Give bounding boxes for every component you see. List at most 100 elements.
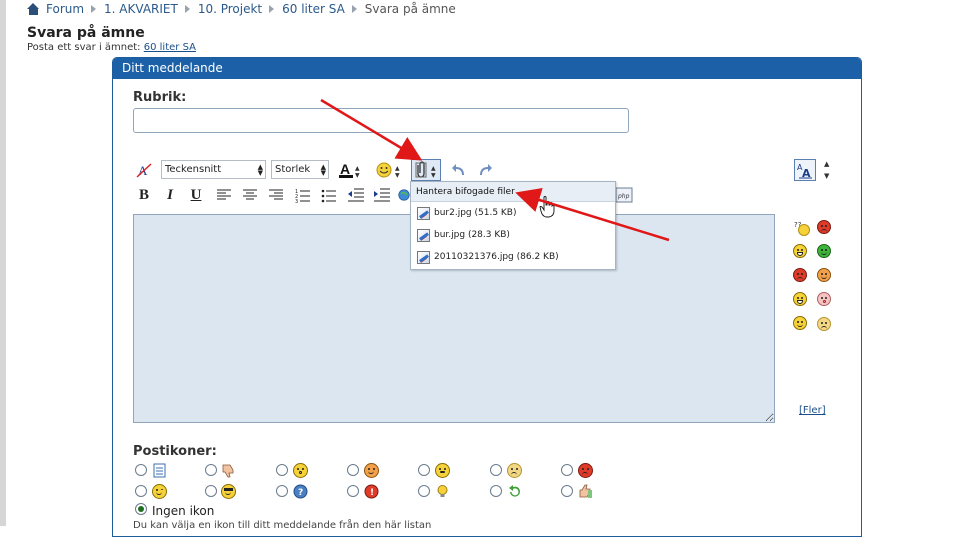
post-icons-label: Postikoner: — [133, 444, 217, 459]
smile-icon[interactable] — [793, 316, 807, 330]
attachment-file-label: 20110321376.jpg (86.2 KB) — [434, 252, 559, 262]
breadcrumb-separator-icon — [269, 5, 275, 13]
attachment-file-item[interactable]: bur.jpg (28.3 KB) — [411, 224, 615, 246]
post-icon-radio[interactable] — [276, 485, 288, 497]
svg-text:▼: ▼ — [355, 172, 360, 179]
mad-icon[interactable] — [817, 220, 831, 234]
grin-icon[interactable] — [793, 244, 807, 258]
svg-text:php: php — [617, 193, 630, 200]
undo-icon[interactable] — [449, 160, 469, 180]
bullet-list-icon[interactable] — [319, 185, 339, 205]
image-file-icon — [417, 250, 430, 264]
breadcrumb-topic[interactable]: 60 liter SA — [282, 2, 345, 16]
breadcrumb: Forum 1. AKVARIET 10. Projekt 60 liter S… — [27, 1, 456, 17]
more-smileys-link[interactable]: [Fler] — [799, 405, 826, 416]
confused-icon[interactable]: ?? — [794, 220, 810, 236]
php-code-icon[interactable]: php — [614, 185, 634, 205]
angry-face-icon — [578, 463, 593, 478]
breadcrumb-separator-icon — [184, 5, 190, 13]
home-icon[interactable] — [27, 3, 40, 15]
document-icon — [152, 463, 167, 478]
numbered-list-icon[interactable]: 123 — [293, 185, 313, 205]
breadcrumb-projekt[interactable]: 10. Projekt — [198, 2, 262, 16]
exclamation-icon: ! — [364, 484, 379, 499]
no-icon-label: Ingen ikon — [152, 504, 215, 518]
svg-text:▼: ▼ — [395, 172, 400, 179]
toggle-editor-mode-icon[interactable]: AA — [794, 159, 816, 181]
svg-text:!: ! — [370, 488, 374, 498]
font-size-select-label: Storlek — [275, 164, 311, 175]
wink-face-icon — [152, 484, 167, 499]
image-file-icon — [417, 206, 430, 220]
emoticon-button[interactable]: ▲ ▼ — [374, 160, 404, 180]
subject-label: Rubrik: — [133, 90, 187, 105]
post-icon-radio[interactable] — [135, 464, 147, 476]
breadcrumb-forum[interactable]: Forum — [46, 2, 84, 16]
laugh-icon[interactable] — [793, 292, 807, 306]
align-left-icon[interactable] — [214, 185, 234, 205]
post-icon-radio[interactable] — [276, 464, 288, 476]
question-icon: ? — [293, 484, 308, 499]
subtitle-prefix: Posta ett svar i ämnet: — [27, 42, 141, 53]
manage-attachments-item[interactable]: Hantera bifogade filer — [411, 182, 615, 202]
attachment-file-label: bur2.jpg (51.5 KB) — [434, 208, 517, 218]
embarrassed-icon[interactable] — [817, 292, 831, 306]
font-size-select[interactable]: Storlek ▲ ▼ — [271, 160, 329, 179]
align-center-icon[interactable] — [240, 185, 260, 205]
arrow-refresh-icon — [507, 484, 522, 499]
post-icon-radio[interactable] — [205, 485, 217, 497]
panel-header: Ditt meddelande — [113, 58, 861, 79]
breadcrumb-separator-icon — [91, 5, 97, 13]
wink-icon[interactable] — [817, 268, 831, 282]
post-icon-radio[interactable] — [135, 485, 147, 497]
post-icon-radio[interactable] — [418, 485, 430, 497]
svg-text:▲: ▲ — [355, 165, 360, 172]
redo-icon[interactable] — [475, 160, 495, 180]
idea-lightbulb-icon — [435, 484, 450, 499]
svg-text:▲: ▲ — [431, 165, 436, 172]
shocked-icon — [435, 463, 450, 478]
svg-text:▲: ▲ — [395, 165, 400, 172]
align-right-icon[interactable] — [266, 185, 286, 205]
post-icon-radio[interactable] — [490, 464, 502, 476]
font-color-button[interactable]: A ▲ ▼ — [336, 160, 362, 180]
select-arrows-icon: ▲ ▼ — [257, 163, 263, 177]
post-icon-radio[interactable] — [205, 464, 217, 476]
post-icon-radio[interactable] — [347, 485, 359, 497]
left-edge-strip — [0, 0, 6, 526]
thumbs-down-icon — [221, 463, 236, 478]
surprised-icon — [293, 463, 308, 478]
svg-text:3: 3 — [295, 199, 298, 203]
bold-button[interactable]: B — [134, 185, 154, 205]
breadcrumb-separator-icon — [351, 5, 357, 13]
italic-button[interactable]: I — [160, 185, 180, 205]
thumbs-up-icon — [578, 484, 593, 499]
cool-sunglasses-icon — [221, 484, 236, 499]
attachment-button[interactable]: ▲ ▼ — [411, 159, 441, 181]
underline-button[interactable]: U — [186, 185, 206, 205]
green-smile-icon[interactable] — [817, 244, 831, 258]
post-icon-radio[interactable] — [561, 464, 573, 476]
indent-icon[interactable] — [372, 185, 392, 205]
no-icon-radio[interactable] — [135, 503, 147, 515]
post-icon-radio[interactable] — [418, 464, 430, 476]
resize-editor-icon[interactable]: ▲ ▼ — [824, 161, 829, 180]
attachment-file-item[interactable]: 20110321376.jpg (86.2 KB) — [411, 246, 615, 268]
outdent-icon[interactable] — [346, 185, 366, 205]
attachment-file-item[interactable]: bur2.jpg (51.5 KB) — [411, 202, 615, 224]
subtitle-topic-link[interactable]: 60 liter SA — [144, 42, 196, 53]
breadcrumb-akvariet[interactable]: 1. AKVARIET — [104, 2, 178, 16]
insert-link-icon[interactable] — [398, 185, 410, 205]
post-icon-radio[interactable] — [347, 464, 359, 476]
post-icon-radio[interactable] — [490, 485, 502, 497]
sad-icon[interactable] — [817, 317, 831, 331]
remove-format-icon[interactable]: A — [134, 160, 154, 180]
angry-icon[interactable] — [793, 268, 807, 282]
svg-text:▼: ▼ — [431, 172, 436, 179]
font-family-select[interactable]: Teckensnitt ▲ ▼ — [161, 160, 266, 179]
post-icon-radio[interactable] — [561, 485, 573, 497]
subject-input[interactable] — [133, 108, 629, 133]
select-arrows-icon: ▲ ▼ — [320, 163, 326, 177]
svg-text:A: A — [340, 161, 350, 177]
sad-face-icon — [507, 463, 522, 478]
